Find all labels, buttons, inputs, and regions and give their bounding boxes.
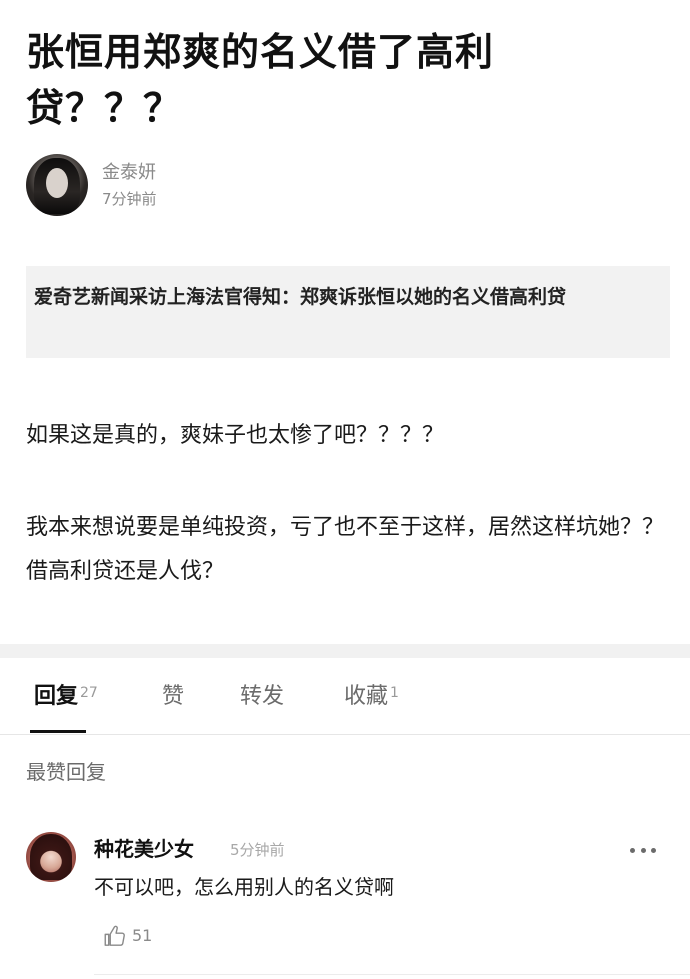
author-avatar[interactable] bbox=[26, 154, 88, 216]
post-paragraph-2: 我本来想说要是单纯投资，亏了也不至于这样，居然这样坑她？？借高利贷还是人伐？ bbox=[26, 515, 665, 584]
tab-replies-count: 27 bbox=[80, 685, 98, 701]
tab-likes[interactable]: 赞 bbox=[162, 682, 184, 712]
section-divider bbox=[0, 644, 690, 658]
author-name[interactable]: 金泰妍 bbox=[102, 160, 157, 186]
tab-reposts[interactable]: 转发 bbox=[240, 682, 284, 712]
active-tab-indicator bbox=[30, 730, 86, 733]
reply-item: 种花美少女 5分钟前 不可以吧，怎么用别人的名义贷啊 51 bbox=[26, 830, 670, 970]
reply-avatar[interactable] bbox=[26, 832, 76, 882]
post-page: 张恒用郑爽的名义借了高利贷？？？ 金泰妍 7分钟前 爱奇艺新闻采访上海法官得知：… bbox=[0, 0, 690, 979]
post-title: 张恒用郑爽的名义借了高利贷？？？ bbox=[26, 30, 495, 130]
reply-like-button[interactable]: 51 bbox=[102, 922, 152, 950]
quoted-headline: 爱奇艺新闻采访上海法官得知：郑爽诉张恒以她的名义借高利贷 bbox=[26, 266, 670, 358]
reply-like-count: 51 bbox=[132, 926, 153, 945]
tab-replies-label: 回复 bbox=[34, 684, 79, 709]
tab-favorites[interactable]: 收藏 1 bbox=[344, 682, 399, 712]
reply-divider bbox=[94, 974, 690, 975]
tab-favorites-label: 收藏 bbox=[344, 684, 389, 709]
post-paragraph-1: 如果这是真的，爽妹子也太惨了吧？？？？ bbox=[26, 423, 445, 448]
author-meta: 金泰妍 7分钟前 bbox=[102, 160, 157, 210]
tab-favorites-count: 1 bbox=[390, 685, 399, 701]
tab-reposts-label: 转发 bbox=[240, 684, 285, 709]
author-block[interactable]: 金泰妍 7分钟前 bbox=[26, 152, 157, 218]
tab-likes-label: 赞 bbox=[162, 684, 185, 709]
post-time: 7分钟前 bbox=[102, 190, 157, 208]
more-dots-icon[interactable] bbox=[630, 840, 656, 860]
reaction-tabs: 回复 27 赞 转发 收藏 1 bbox=[0, 658, 690, 735]
reply-time: 5分钟前 bbox=[230, 841, 285, 859]
reply-text: 不可以吧，怎么用别人的名义贷啊 bbox=[94, 875, 394, 899]
thumbs-up-icon bbox=[104, 925, 125, 946]
top-replies-label: 最赞回复 bbox=[26, 760, 106, 784]
tab-replies[interactable]: 回复 27 bbox=[34, 682, 98, 712]
reply-author-name[interactable]: 种花美少女 bbox=[94, 834, 194, 864]
